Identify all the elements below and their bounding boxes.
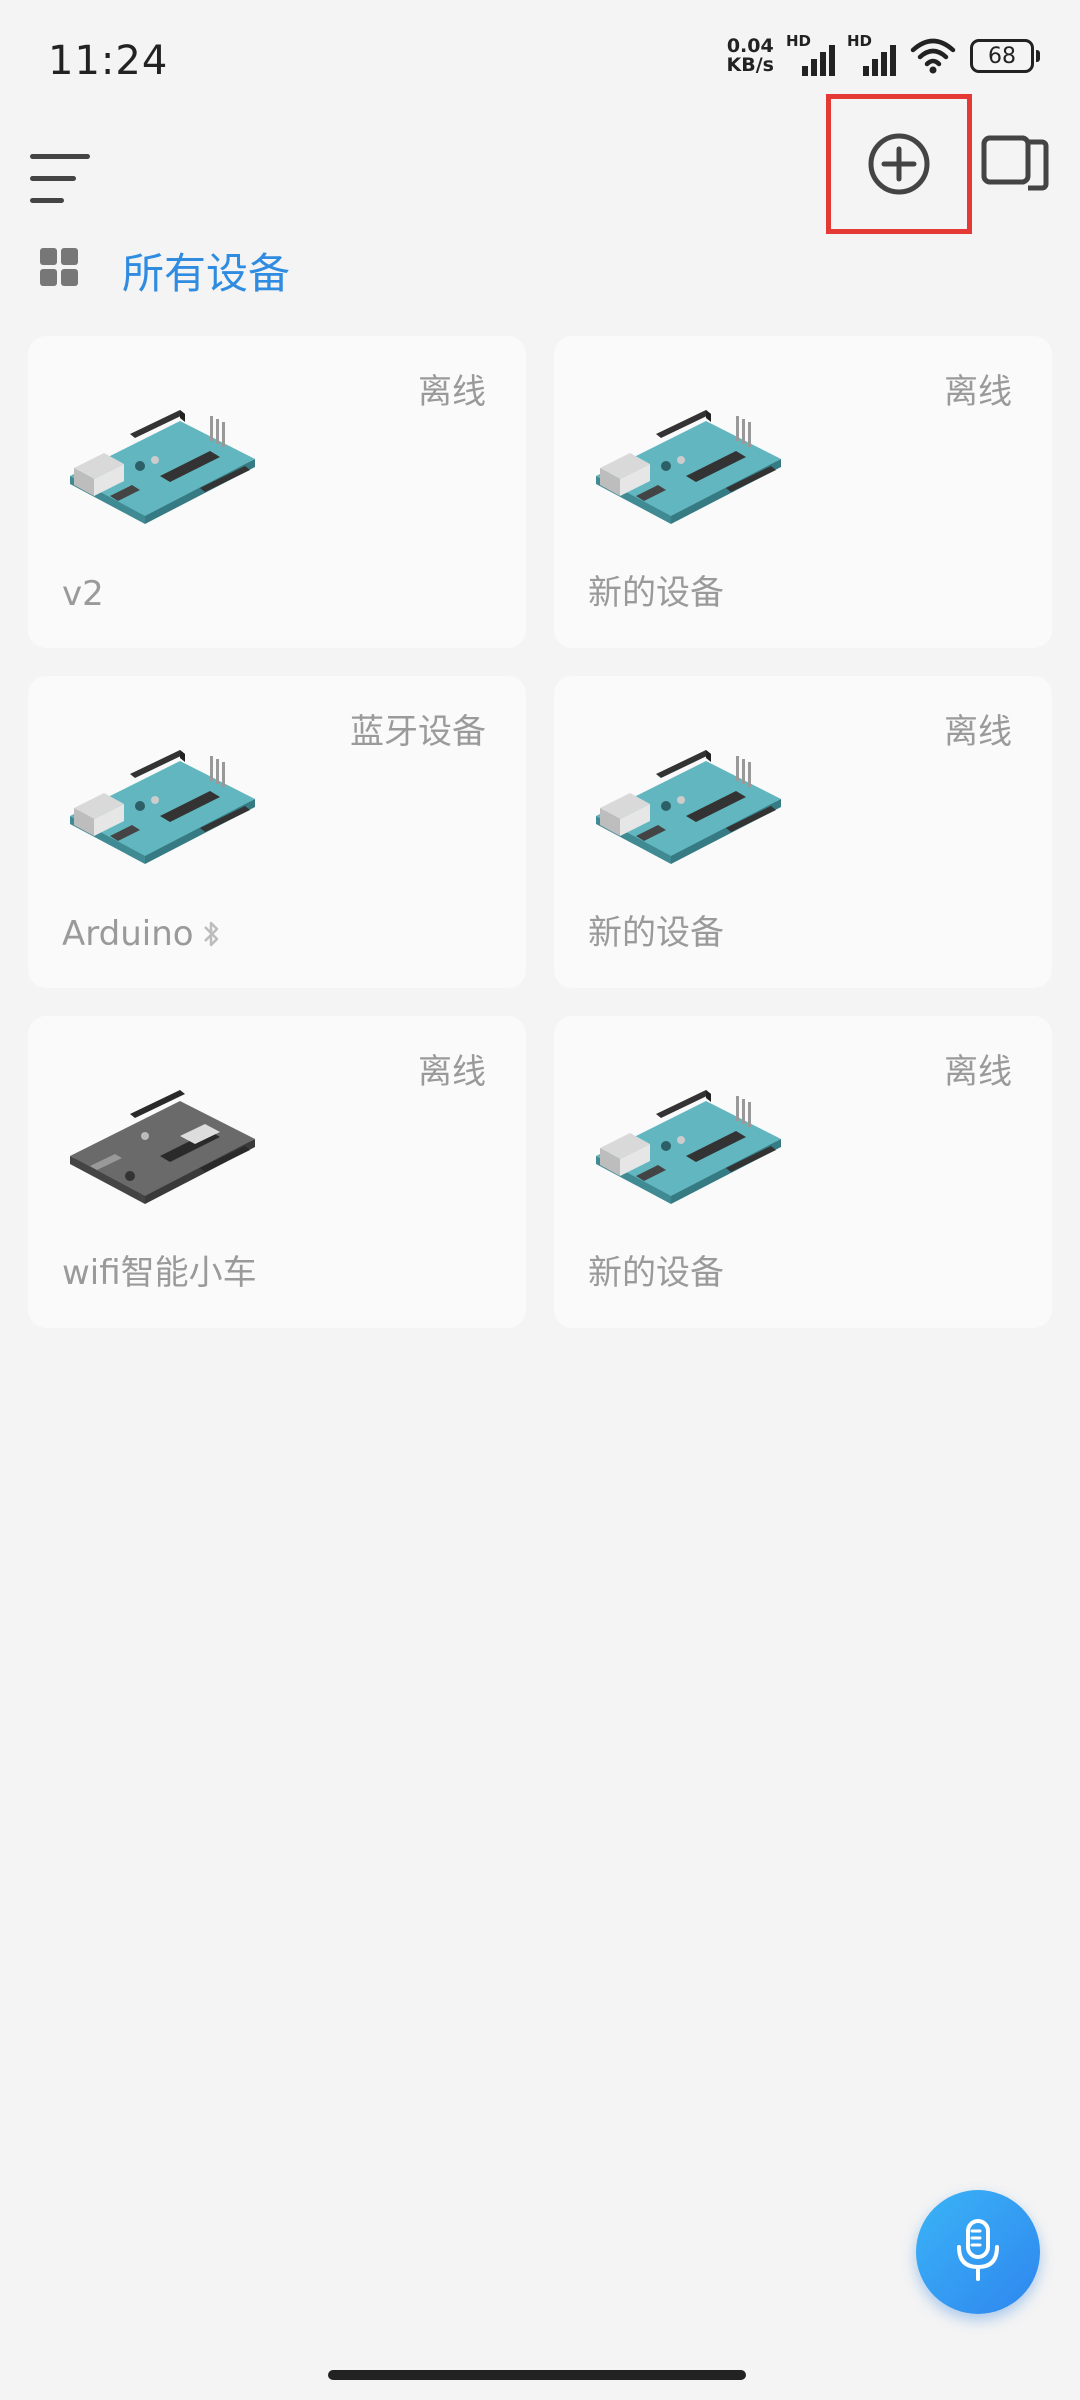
arduino-board-image bbox=[70, 750, 255, 864]
voice-input-button[interactable] bbox=[916, 2190, 1040, 2314]
device-card[interactable]: 蓝牙设备 Arduino bbox=[28, 676, 526, 988]
device-card[interactable]: 离线 新的设备 bbox=[554, 1016, 1052, 1328]
device-status: 离线 bbox=[418, 1052, 486, 1092]
device-card[interactable]: 离线 新的设备 bbox=[554, 336, 1052, 648]
network-speed-unit: KB/s bbox=[726, 54, 774, 76]
device-card[interactable]: 离线 新的设备 bbox=[554, 676, 1052, 988]
multi-window-button[interactable] bbox=[980, 128, 1052, 200]
bluetooth-icon bbox=[203, 921, 218, 947]
battery-level: 68 bbox=[988, 43, 1016, 69]
battery-icon: 68 bbox=[970, 39, 1040, 73]
device-name-text: wifi智能小车 bbox=[62, 1253, 257, 1293]
multi-window-icon bbox=[981, 135, 1049, 191]
device-name: 新的设备 bbox=[588, 565, 724, 614]
arduino-board-image bbox=[70, 410, 255, 524]
group-title: 所有设备 bbox=[122, 249, 291, 298]
device-name-text: 新的设备 bbox=[588, 1253, 724, 1293]
signal-icon-2: HD bbox=[847, 32, 896, 76]
device-name-text: 新的设备 bbox=[588, 913, 724, 953]
device-name: wifi智能小车 bbox=[62, 1245, 257, 1294]
grid-icon bbox=[40, 248, 80, 288]
signal-icon: HD bbox=[786, 32, 835, 76]
wifi-icon bbox=[910, 38, 956, 74]
device-name-text: v2 bbox=[62, 574, 104, 614]
device-name: 新的设备 bbox=[588, 1245, 724, 1294]
device-name: Arduino bbox=[62, 914, 220, 954]
arduino-board-image bbox=[596, 410, 781, 524]
microphone-icon bbox=[957, 2219, 999, 2281]
signal-hd-label: HD bbox=[786, 32, 812, 50]
arduino-board-image bbox=[596, 750, 781, 864]
device-status: 蓝牙设备 bbox=[350, 712, 486, 752]
status-time: 11:24 bbox=[48, 38, 169, 84]
device-name: v2 bbox=[62, 574, 104, 614]
add-device-button[interactable] bbox=[826, 94, 972, 234]
home-indicator[interactable] bbox=[328, 2370, 746, 2380]
device-status: 离线 bbox=[944, 1052, 1012, 1092]
device-status: 离线 bbox=[944, 712, 1012, 752]
arduino-board-image bbox=[596, 1090, 781, 1204]
device-name-text: 新的设备 bbox=[588, 573, 724, 613]
network-speed: 0.04 KB/s bbox=[727, 37, 774, 75]
device-group-header[interactable]: 所有设备 bbox=[36, 240, 936, 320]
device-card[interactable]: 离线 v2 bbox=[28, 336, 526, 648]
device-card[interactable]: 离线 wifi智能小车 bbox=[28, 1016, 526, 1328]
device-status: 离线 bbox=[944, 372, 1012, 412]
signal-hd-label-2: HD bbox=[847, 32, 873, 50]
device-name: 新的设备 bbox=[588, 905, 724, 954]
wifi-board-image bbox=[70, 1090, 255, 1204]
status-icons: 0.04 KB/s HD HD 68 bbox=[727, 32, 1040, 76]
add-circle-icon bbox=[868, 133, 930, 195]
menu-button[interactable] bbox=[30, 138, 92, 203]
device-status: 离线 bbox=[418, 372, 486, 412]
device-name-text: Arduino bbox=[62, 914, 194, 954]
